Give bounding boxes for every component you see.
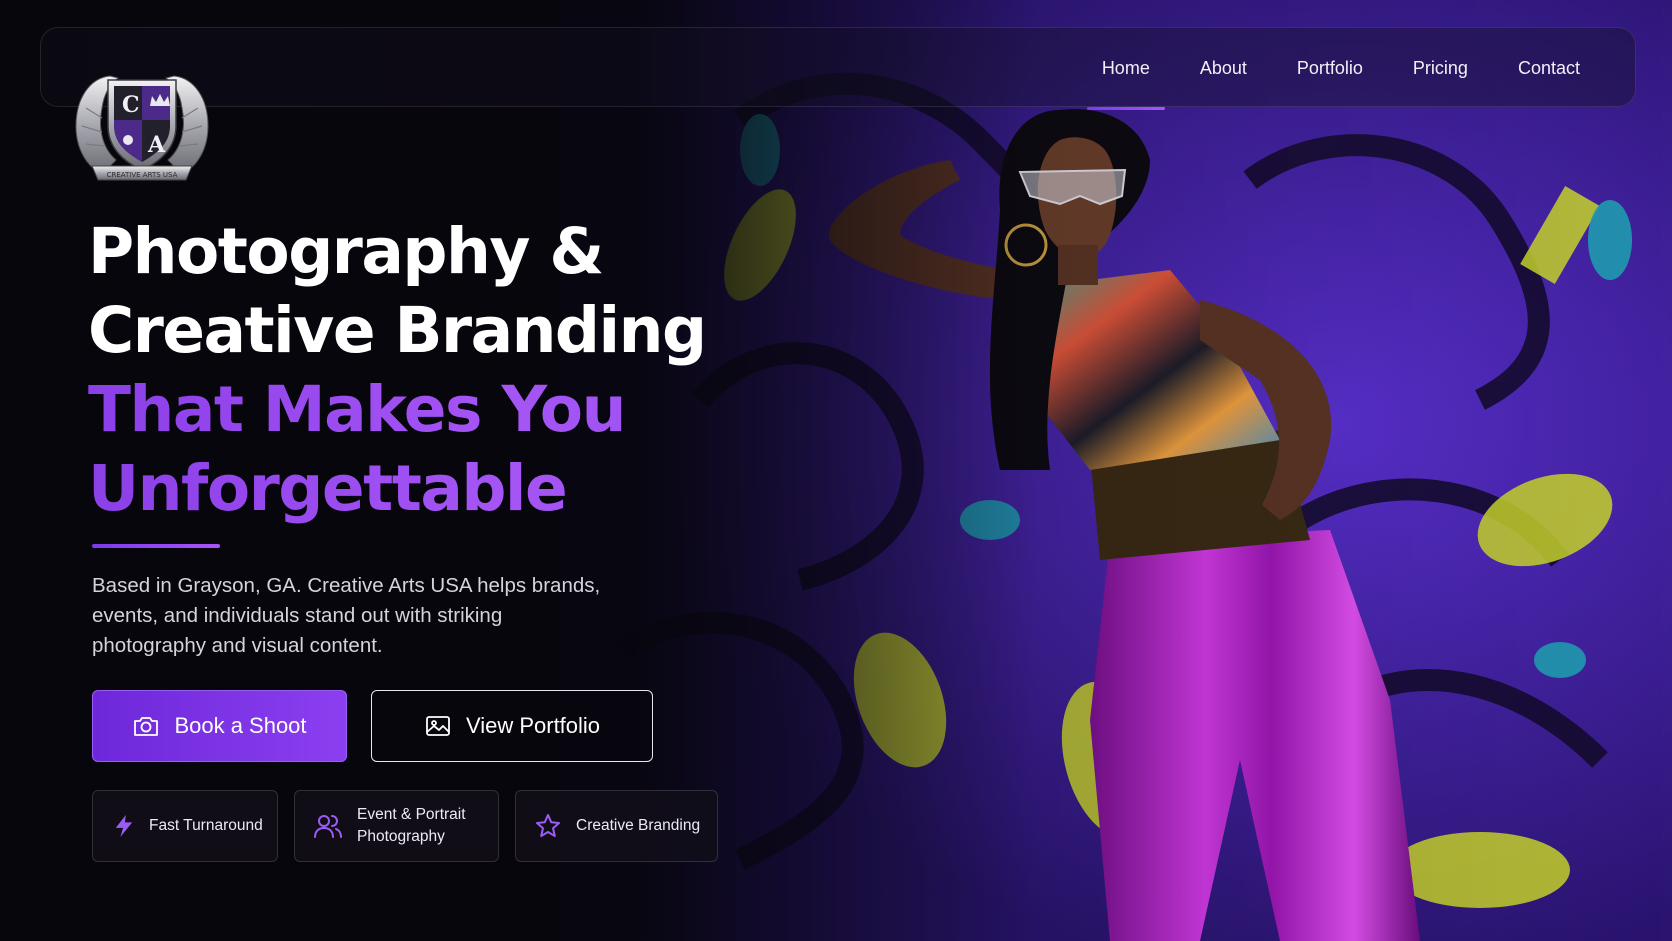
nav-item-home[interactable]: Home [1077,28,1175,110]
nav-item-portfolio[interactable]: Portfolio [1272,28,1388,108]
feature-creative-branding: Creative Branding [515,790,718,862]
logo-letter-c: C [122,92,140,118]
book-a-shoot-button[interactable]: Book a Shoot [92,690,347,762]
hero-page: Home About Portfolio Pricing Contact C A… [0,0,1672,941]
brand-logo[interactable]: C A CREATIVE ARTS USA [72,48,212,186]
users-icon [313,812,343,840]
hero-intro: Based in Grayson, GA. Creative Arts USA … [92,574,601,657]
logo-banner-text: CREATIVE ARTS USA [107,171,178,179]
view-portfolio-button[interactable]: View Portfolio [371,690,653,762]
hero-headline: Photography & Creative Branding That Mak… [88,212,788,528]
book-a-shoot-label: Book a Shoot [174,713,307,738]
feature-label: Fast Turnaround [149,817,263,834]
main-nav: Home About Portfolio Pricing Contact [40,27,1636,110]
camera-icon [132,712,160,740]
headline-line-2: Creative Branding [88,294,707,367]
nav-links: Home About Portfolio Pricing Contact [1077,28,1605,110]
feature-event-portrait: Event & Portrait Photography [294,790,499,862]
headline-accent-2: Unforgettable [88,449,788,528]
feature-label: Creative Branding [576,817,701,834]
logo-letter-a: A [147,132,166,158]
lightning-icon [113,812,135,840]
star-icon [534,812,562,840]
nav-item-pricing[interactable]: Pricing [1388,28,1493,108]
headline-accent-1: That Makes You [88,370,788,449]
image-icon [424,712,452,740]
headline-line-1: Photography & [88,215,604,288]
view-portfolio-label: View Portfolio [465,713,601,738]
headline-underline [92,544,220,548]
feature-fast-turnaround: Fast Turnaround [92,790,278,862]
nav-item-contact[interactable]: Contact [1493,28,1605,108]
creative-arts-crest-icon: C A CREATIVE ARTS USA [75,75,209,181]
feature-label: Event & Portrait Photography [357,806,466,845]
nav-item-about[interactable]: About [1175,28,1272,108]
